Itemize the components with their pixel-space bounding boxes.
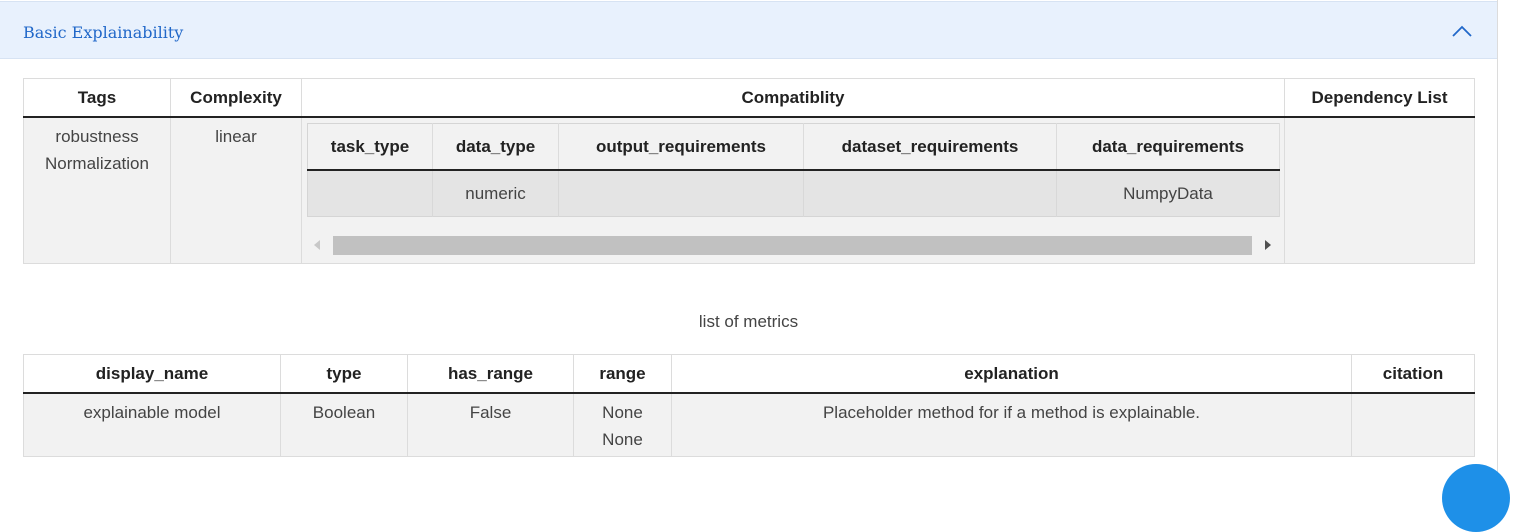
header-output-requirements: output_requirements — [558, 123, 804, 171]
scrollbar-thumb[interactable] — [333, 236, 1252, 255]
header-has-range: has_range — [407, 354, 574, 394]
header-dependency-list: Dependency List — [1284, 78, 1475, 118]
compatibility-cell: task_type data_type output_requirements … — [301, 117, 1285, 264]
table-row: explainable model Boolean False None Non… — [23, 393, 1475, 457]
explainability-panel: Basic Explainability Tags Complexity Com… — [0, 0, 1498, 487]
data-type-cell: numeric — [432, 170, 559, 217]
compatibility-scroll-container[interactable]: task_type data_type output_requirements … — [302, 118, 1284, 263]
explanation-cell: Placeholder method for if a method is ex… — [671, 393, 1352, 457]
metrics-caption: list of metrics — [698, 312, 799, 331]
header-range: range — [573, 354, 672, 394]
dataset-requirements-cell — [803, 170, 1057, 217]
panel-header[interactable]: Basic Explainability — [0, 1, 1497, 59]
range-max: None — [602, 430, 643, 449]
display-name-cell: explainable model — [23, 393, 281, 457]
header-data-type: data_type — [432, 123, 559, 171]
chevron-up-icon[interactable] — [1451, 24, 1473, 38]
floating-action-button[interactable] — [1442, 464, 1510, 532]
header-compatibility: Compatiblity — [301, 78, 1285, 118]
dependency-list-cell — [1284, 117, 1475, 264]
header-task-type: task_type — [307, 123, 433, 171]
citation-cell — [1351, 393, 1475, 457]
compatibility-table: task_type data_type output_requirements … — [307, 123, 1280, 217]
output-requirements-cell — [558, 170, 804, 217]
header-complexity: Complexity — [170, 78, 302, 118]
header-dataset-requirements: dataset_requirements — [803, 123, 1057, 171]
header-citation: citation — [1351, 354, 1475, 394]
data-requirements-cell: NumpyData — [1056, 170, 1280, 217]
tag-item: robustness — [55, 127, 139, 146]
header-data-requirements: data_requirements — [1056, 123, 1280, 171]
scroll-left-icon[interactable] — [314, 240, 320, 250]
complexity-cell: linear — [170, 117, 302, 264]
scroll-right-icon[interactable] — [1265, 240, 1271, 250]
horizontal-scrollbar[interactable] — [307, 234, 1280, 256]
table-row: robustness Normalization linear task_typ… — [23, 117, 1475, 264]
method-info-table: Tags Complexity Compatiblity Dependency … — [23, 78, 1475, 264]
header-display-name: display_name — [23, 354, 281, 394]
panel-title: Basic Explainability — [23, 23, 184, 42]
type-cell: Boolean — [280, 393, 408, 457]
metrics-table: display_name type has_range range explan… — [23, 354, 1475, 457]
range-min: None — [602, 403, 643, 422]
range-cell: None None — [573, 393, 672, 457]
header-explanation: explanation — [671, 354, 1352, 394]
task-type-cell — [307, 170, 433, 217]
table-row: numeric NumpyData — [307, 170, 1280, 217]
tag-item: Normalization — [45, 154, 149, 173]
header-tags: Tags — [23, 78, 171, 118]
tags-cell: robustness Normalization — [23, 117, 171, 264]
header-type: type — [280, 354, 408, 394]
has-range-cell: False — [407, 393, 574, 457]
